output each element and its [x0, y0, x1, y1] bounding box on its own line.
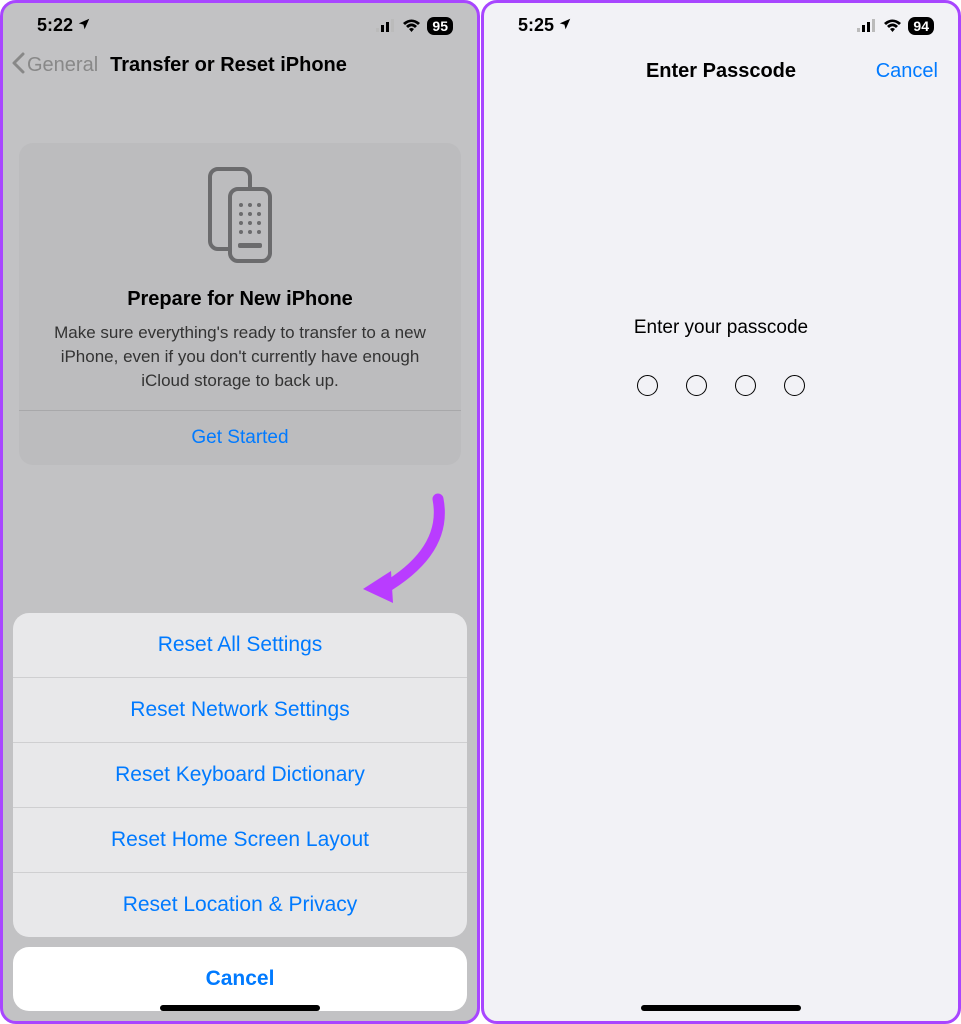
- reset-keyboard-dictionary-option[interactable]: Reset Keyboard Dictionary: [13, 743, 467, 808]
- status-time: 5:22: [37, 15, 73, 36]
- passcode-dot: [735, 375, 756, 396]
- annotation-arrow-icon: [353, 491, 453, 616]
- nav-title: Enter Passcode: [646, 60, 796, 83]
- battery-icon: 95: [427, 17, 453, 35]
- nav-bar: Enter Passcode Cancel: [484, 42, 958, 97]
- location-icon: [77, 17, 91, 35]
- back-chevron-icon[interactable]: [11, 50, 25, 81]
- nav-title: Transfer or Reset iPhone: [110, 54, 347, 77]
- wifi-icon: [402, 19, 421, 33]
- reset-network-settings-option[interactable]: Reset Network Settings: [13, 678, 467, 743]
- action-sheet-options: Reset All Settings Reset Network Setting…: [13, 613, 467, 937]
- back-button-label[interactable]: General: [27, 54, 98, 77]
- card-title: Prepare for New iPhone: [37, 288, 443, 311]
- two-phones-icon: [200, 165, 280, 270]
- prepare-card: Prepare for New iPhone Make sure everyth…: [19, 143, 461, 465]
- passcode-dot: [637, 375, 658, 396]
- cellular-icon: [857, 19, 877, 32]
- passcode-dots[interactable]: [484, 375, 958, 396]
- action-sheet: Reset All Settings Reset Network Setting…: [13, 613, 467, 1011]
- home-indicator[interactable]: [641, 1005, 801, 1011]
- passcode-dot: [784, 375, 805, 396]
- location-icon: [558, 17, 572, 35]
- wifi-icon: [883, 19, 902, 33]
- get-started-button[interactable]: Get Started: [37, 411, 443, 465]
- passcode-entry: Enter your passcode: [484, 317, 958, 396]
- reset-home-screen-layout-option[interactable]: Reset Home Screen Layout: [13, 808, 467, 873]
- phone-screen-reset: 5:22 95 General Transfer or Reset iPho: [0, 0, 480, 1024]
- status-bar: 5:25 94: [484, 3, 958, 42]
- status-time: 5:25: [518, 15, 554, 36]
- status-bar: 5:22 95: [3, 3, 477, 42]
- home-indicator[interactable]: [160, 1005, 320, 1011]
- cancel-button[interactable]: Cancel: [876, 60, 938, 83]
- reset-all-settings-option[interactable]: Reset All Settings: [13, 613, 467, 678]
- nav-bar: General Transfer or Reset iPhone: [3, 42, 477, 95]
- passcode-dot: [686, 375, 707, 396]
- reset-location-privacy-option[interactable]: Reset Location & Privacy: [13, 873, 467, 937]
- action-sheet-cancel-button[interactable]: Cancel: [13, 947, 467, 1011]
- battery-icon: 94: [908, 17, 934, 35]
- phone-screen-passcode: 5:25 94 Enter Passcode Cancel Enter your…: [481, 0, 961, 1024]
- passcode-prompt: Enter your passcode: [484, 317, 958, 339]
- cellular-icon: [376, 19, 396, 32]
- card-description: Make sure everything's ready to transfer…: [37, 321, 443, 392]
